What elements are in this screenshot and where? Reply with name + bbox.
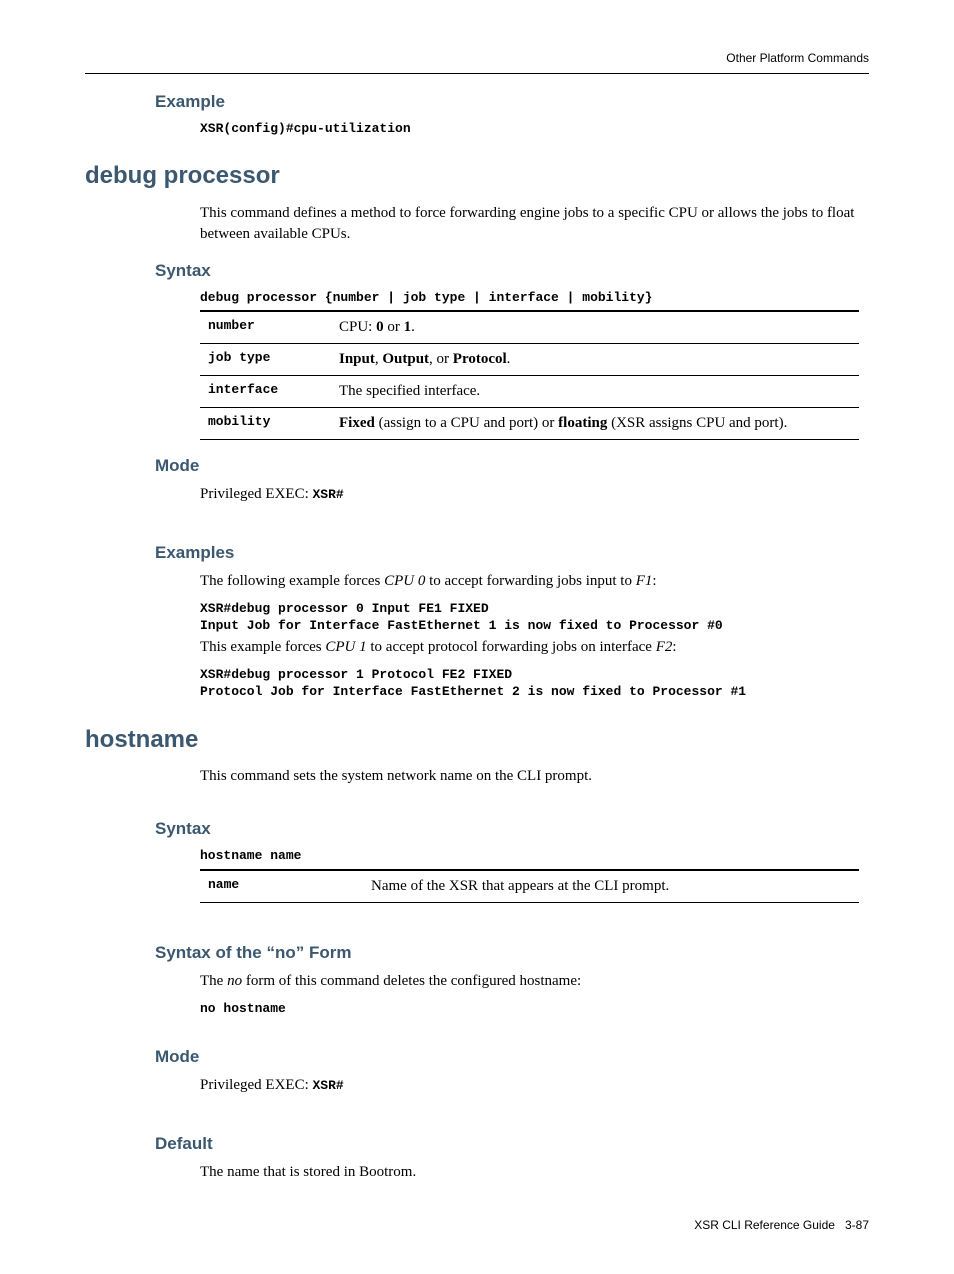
text: 1 <box>404 319 412 335</box>
text: Protocol <box>453 351 507 367</box>
text: no <box>227 973 242 989</box>
example2-intro: This example forces CPU 1 to accept prot… <box>200 637 859 658</box>
example1-code: XSR#debug processor 0 Input FE1 FIXED In… <box>200 600 859 635</box>
example2-code: XSR#debug processor 1 Protocol FE2 FIXED… <box>200 666 859 701</box>
no-form-text: The no form of this command deletes the … <box>200 971 859 992</box>
text: to accept forwarding jobs input to <box>425 573 635 589</box>
text: F1 <box>636 573 653 589</box>
text: (XSR assigns CPU and port). <box>607 415 787 431</box>
heading-mode-dp: Mode <box>155 454 869 478</box>
text: floating <box>558 415 607 431</box>
text: This example forces <box>200 639 325 655</box>
text: The <box>200 973 227 989</box>
param-desc: CPU: 0 or 1. <box>331 311 859 344</box>
syntax-line-hostname: hostname name <box>200 847 859 865</box>
text: Fixed <box>339 415 375 431</box>
heading-examples-dp: Examples <box>155 541 869 565</box>
text: F2 <box>656 639 673 655</box>
no-form-code: no hostname <box>200 1000 859 1018</box>
text: (assign to a CPU and port) or <box>375 415 558 431</box>
mode-prompt: XSR# <box>313 487 344 502</box>
table-row: mobility Fixed (assign to a CPU and port… <box>200 408 859 440</box>
text: to accept protocol forwarding jobs on in… <box>367 639 656 655</box>
heading-syntax-hostname: Syntax <box>155 817 869 841</box>
example1-intro: The following example forces CPU 0 to ac… <box>200 571 859 592</box>
heading-hostname: hostname <box>85 723 869 757</box>
table-row: number CPU: 0 or 1. <box>200 311 859 344</box>
text: . <box>507 351 511 367</box>
syntax-line-dp: debug processor {number | job type | int… <box>200 289 859 307</box>
footer-doc: XSR CLI Reference Guide <box>694 1218 835 1232</box>
debug-processor-intro: This command defines a method to force f… <box>200 203 859 245</box>
text: , or <box>429 351 453 367</box>
text: form of this command deletes the configu… <box>242 973 581 989</box>
text: or <box>384 319 404 335</box>
param-key: interface <box>200 376 331 408</box>
text: 0 <box>376 319 384 335</box>
heading-syntax-dp: Syntax <box>155 259 869 283</box>
mode-text-hostname: Privileged EXEC: XSR# <box>200 1075 859 1096</box>
heading-example: Example <box>155 90 869 114</box>
text: Privileged EXEC: <box>200 1077 313 1093</box>
table-row: job type Input, Output, or Protocol. <box>200 344 859 376</box>
table-row: name Name of the XSR that appears at the… <box>200 870 859 903</box>
param-key: name <box>200 870 331 903</box>
heading-mode-hostname: Mode <box>155 1045 869 1069</box>
heading-no-form: Syntax of the “no” Form <box>155 941 869 965</box>
mode-text-dp: Privileged EXEC: XSR# <box>200 484 859 505</box>
table-row: interface The specified interface. <box>200 376 859 408</box>
param-key: number <box>200 311 331 344</box>
param-key: mobility <box>200 408 331 440</box>
syntax-table-dp: number CPU: 0 or 1. job type Input, Outp… <box>200 310 859 440</box>
text: : <box>652 573 656 589</box>
text: CPU: <box>339 319 376 335</box>
text: CPU 0 <box>384 573 425 589</box>
page-footer: XSR CLI Reference Guide 3-87 <box>85 1217 869 1234</box>
text: . <box>411 319 415 335</box>
footer-page: 3-87 <box>845 1218 869 1232</box>
code-cpu-utilization: XSR(config)#cpu-utilization <box>200 120 859 138</box>
heading-debug-processor: debug processor <box>85 159 869 193</box>
default-text: The name that is stored in Bootrom. <box>200 1162 859 1183</box>
syntax-table-hostname: name Name of the XSR that appears at the… <box>200 869 859 903</box>
hostname-intro: This command sets the system network nam… <box>200 766 859 787</box>
text: Output <box>382 351 429 367</box>
text: The following example forces <box>200 573 384 589</box>
page-header: Other Platform Commands <box>85 50 869 74</box>
text: Input <box>339 351 375 367</box>
param-desc: Name of the XSR that appears at the CLI … <box>331 870 859 903</box>
param-key: job type <box>200 344 331 376</box>
heading-default: Default <box>155 1132 869 1156</box>
text: : <box>672 639 676 655</box>
text: CPU 1 <box>325 639 366 655</box>
mode-prompt: XSR# <box>313 1078 344 1093</box>
param-desc: The specified interface. <box>331 376 859 408</box>
param-desc: Input, Output, or Protocol. <box>331 344 859 376</box>
text: Privileged EXEC: <box>200 486 313 502</box>
param-desc: Fixed (assign to a CPU and port) or floa… <box>331 408 859 440</box>
